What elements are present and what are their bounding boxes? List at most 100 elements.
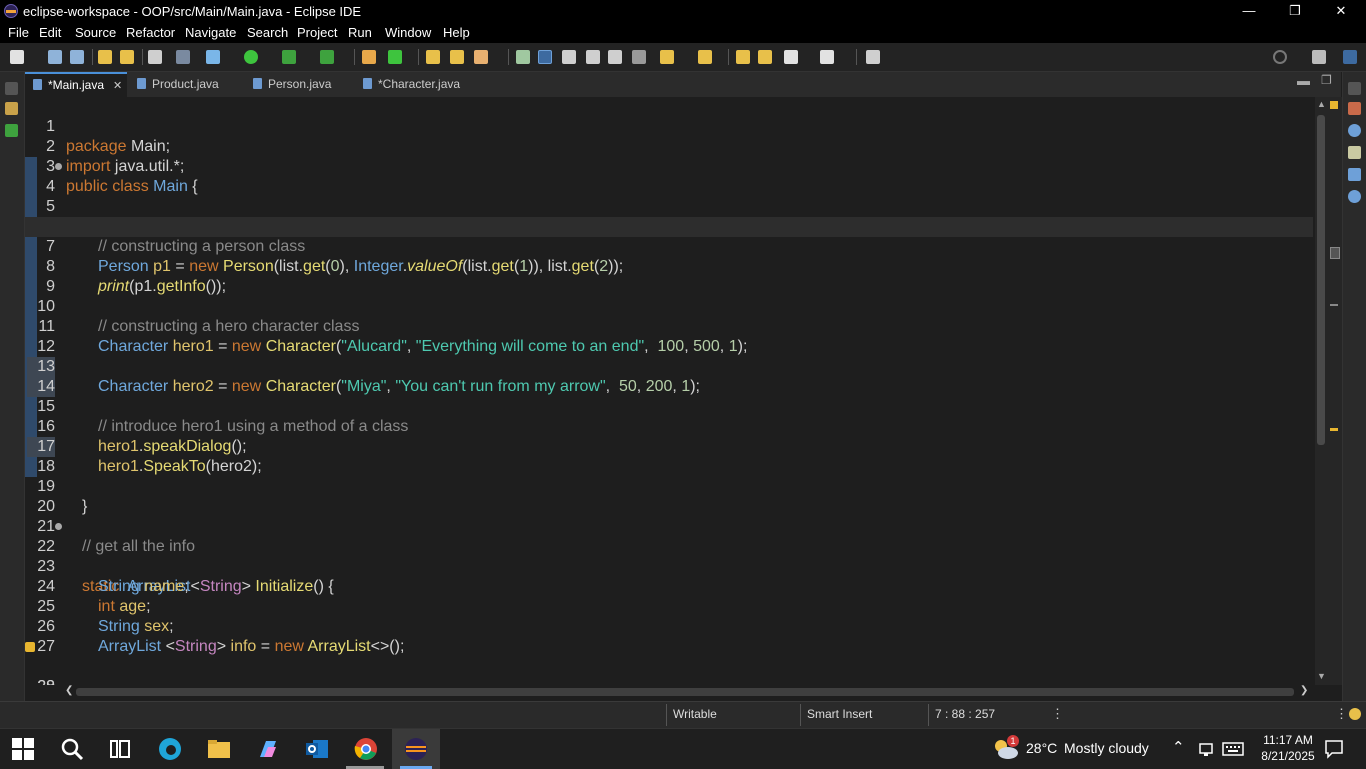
code-line[interactable]: 9 [25, 257, 1313, 295]
java-perspective-icon[interactable] [1343, 50, 1357, 64]
tab-person-java[interactable]: Person.java [245, 72, 349, 97]
warning-summary-icon[interactable] [1330, 101, 1338, 109]
warning-icon[interactable] [25, 642, 35, 652]
code-line[interactable]: 19 } [25, 457, 1313, 515]
declaration-icon[interactable] [1348, 146, 1361, 159]
notification-icon[interactable] [1324, 739, 1344, 759]
tip-bulb-icon[interactable] [1349, 708, 1361, 720]
code-line[interactable]: 5 ArrayList<String> list = Initialize(); [25, 177, 1313, 235]
menu-project[interactable]: Project [297, 25, 337, 40]
tab-main-java[interactable]: *Main.java ✕ [25, 72, 127, 97]
vertical-scrollbar[interactable]: ▲ ▼ [1315, 97, 1327, 685]
weather-temperature[interactable]: 28°C [1026, 740, 1057, 756]
code-line[interactable]: 23 String name; [25, 537, 1313, 595]
redo-icon[interactable] [120, 50, 134, 64]
search-tool-icon[interactable] [474, 50, 488, 64]
new-icon[interactable] [10, 50, 24, 64]
scroll-left-icon[interactable]: ❮ [65, 685, 73, 696]
code-line[interactable]: 14 [25, 357, 1313, 397]
new-class-icon[interactable] [388, 50, 402, 64]
cursor-position[interactable]: 7 : 88 : 257 [935, 707, 995, 721]
javadoc-icon[interactable] [1348, 124, 1361, 137]
scroll-right-icon[interactable]: ❯ [1300, 685, 1308, 696]
chrome-icon[interactable] [354, 737, 378, 761]
code-line[interactable]: 20 [25, 477, 1313, 515]
previous-annotation-icon[interactable] [698, 50, 712, 64]
forward-icon[interactable] [820, 50, 834, 64]
code-line[interactable]: 3 public class Main { [25, 137, 1313, 195]
clock[interactable]: 11:17 AM 8/21/2025 [1258, 732, 1318, 764]
code-line[interactable]: 8 print(p1.getInfo()); [25, 237, 1313, 295]
code-line[interactable]: 11 Character hero1 = new Character("Aluc… [25, 297, 1313, 355]
fold-icon[interactable] [55, 163, 62, 170]
close-button[interactable]: ✕ [1318, 0, 1364, 22]
close-icon[interactable]: ✕ [113, 75, 122, 98]
eclipse-taskbar-button[interactable] [392, 729, 440, 769]
code-line[interactable]: 16 hero1.speakDialog(); [25, 397, 1313, 455]
console-icon[interactable] [1348, 168, 1361, 181]
code-line[interactable]: 26 ArrayList <String> info = new ArrayLi… [25, 597, 1313, 655]
code-line[interactable]: 30 [25, 677, 1313, 685]
perspective-icon[interactable] [1312, 50, 1326, 64]
weather-description[interactable]: Mostly cloudy [1064, 740, 1149, 756]
code-line[interactable]: 1 package Main; [25, 97, 1313, 155]
undo-icon[interactable] [98, 50, 112, 64]
word-wrap-icon[interactable] [586, 50, 600, 64]
tab-product-java[interactable]: Product.java [129, 72, 239, 97]
chevron-up-icon[interactable]: ⌃ [1172, 738, 1185, 756]
tab-character-java[interactable]: *Character.java [355, 72, 485, 97]
show-whitespace-icon[interactable] [608, 50, 622, 64]
menu-refactor[interactable]: Refactor [126, 25, 175, 40]
outlook-icon[interactable] [305, 737, 329, 761]
type-hierarchy-icon[interactable] [5, 124, 18, 137]
code-line[interactable]: 15 // introduce hero1 using a method of … [25, 377, 1313, 435]
restore-button[interactable]: ❐ [1272, 0, 1318, 22]
keyboard-icon[interactable] [1222, 742, 1244, 756]
highlight-icon[interactable] [538, 50, 552, 64]
code-line[interactable]: 28 Scanner input = new Scanner(System.in… [25, 637, 1313, 685]
vertical-scroll-thumb[interactable] [1317, 115, 1325, 445]
info-icon[interactable] [1348, 190, 1361, 203]
debug-icon[interactable] [206, 50, 220, 64]
horizontal-scroll-thumb[interactable] [76, 688, 1294, 696]
menu-window[interactable]: Window [385, 25, 431, 40]
new-java-project-icon[interactable] [362, 50, 376, 64]
terminal-icon[interactable] [148, 50, 162, 64]
code-line[interactable]: 6 // constructing a person class [25, 197, 1313, 255]
toggle-mark-occurrences-icon[interactable] [516, 50, 530, 64]
menu-source[interactable]: Source [75, 25, 116, 40]
open-task-icon[interactable] [450, 50, 464, 64]
code-line[interactable]: 29 [25, 657, 1313, 685]
horizontal-scrollbar[interactable]: ❮ ❯ [62, 685, 1312, 699]
code-line[interactable]: 21 // get all the info [25, 497, 1313, 555]
coverage-icon[interactable] [282, 50, 296, 64]
maximize-editor-icon[interactable]: ❐ [1321, 73, 1332, 87]
menu-file[interactable]: File [8, 25, 29, 40]
code-line[interactable]: 24 int age; [25, 557, 1313, 615]
code-line[interactable]: 4 public static void main(String[] args)… [25, 157, 1313, 235]
menu-search[interactable]: Search [247, 25, 288, 40]
code-line[interactable]: 22 static ArrayList<String> Initialize()… [25, 517, 1313, 595]
run-icon[interactable] [244, 50, 258, 64]
code-line[interactable]: 27 [25, 617, 1313, 655]
code-line[interactable]: 12 [25, 317, 1313, 355]
last-edit-icon[interactable] [736, 50, 750, 64]
menu-edit[interactable]: Edit [39, 25, 61, 40]
forward-edit-icon[interactable] [758, 50, 772, 64]
code-line-current[interactable]: 7 Person p1 = new Person(list.get(0), In… [25, 217, 1313, 275]
code-line[interactable]: 17 hero1.SpeakTo(hero2); [25, 417, 1313, 475]
task-view-icon[interactable] [108, 737, 132, 761]
minimize-button[interactable]: — [1226, 0, 1272, 22]
overview-ruler[interactable] [1327, 97, 1342, 685]
code-line[interactable]: 13 Character hero2 = new Character("Miya… [25, 337, 1313, 395]
toggle-block-icon[interactable] [562, 50, 576, 64]
fold-icon[interactable] [55, 523, 62, 530]
scroll-down-icon[interactable]: ▼ [1317, 671, 1326, 681]
code-line[interactable]: 25 String sex; [25, 577, 1313, 635]
code-editor[interactable]: 1 package Main; 2 import java.util.*; 3 … [25, 97, 1315, 685]
package-explorer-icon[interactable] [5, 102, 18, 115]
restore-view-icon[interactable] [5, 82, 18, 95]
insert-mode-status[interactable]: Smart Insert [807, 707, 872, 721]
save-all-icon[interactable] [70, 50, 84, 64]
code-line[interactable]: 18 [25, 437, 1313, 475]
